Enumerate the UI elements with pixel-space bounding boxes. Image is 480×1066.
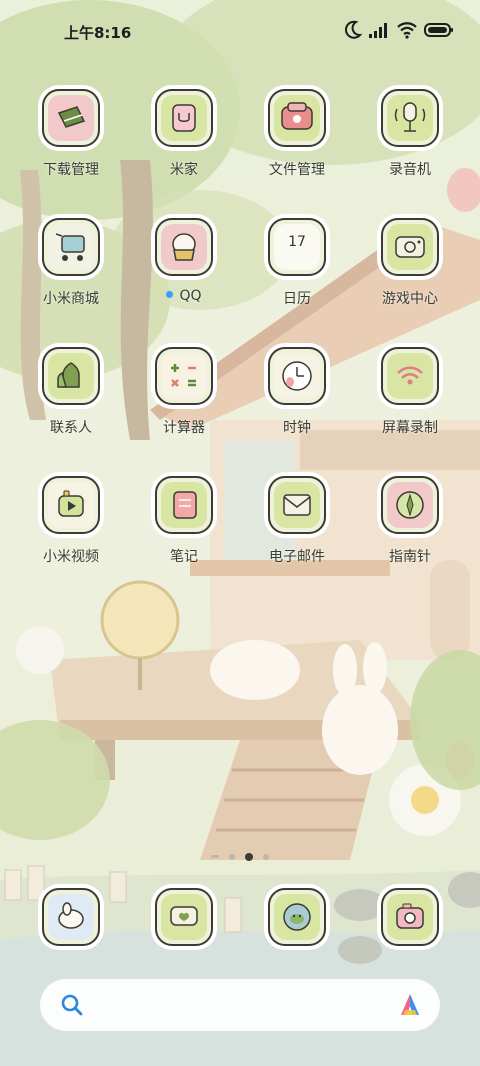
app-label: 米家 <box>170 162 198 178</box>
mijia-icon <box>155 89 213 147</box>
calculator-icon <box>155 347 213 405</box>
app-mijia[interactable]: 米家 <box>129 89 239 209</box>
dock-messages[interactable] <box>129 888 239 950</box>
app-label: QQ <box>129 288 239 304</box>
battery-icon <box>424 23 453 37</box>
app-label: 时钟 <box>283 420 311 436</box>
page-dot <box>263 854 269 860</box>
app-recorder[interactable]: 录音机 <box>355 89 465 209</box>
notes-icon <box>155 476 213 534</box>
app-screen-recorder[interactable]: 屏幕录制 <box>355 347 465 467</box>
camera-icon <box>381 888 439 946</box>
dock-camera[interactable] <box>355 888 465 950</box>
screen-record-icon <box>381 347 439 405</box>
app-calendar[interactable]: 17 日历 <box>242 218 352 338</box>
status-time: 上午8:16 <box>64 24 132 42</box>
clock-icon <box>268 347 326 405</box>
dock-phone[interactable] <box>16 888 126 950</box>
email-icon <box>268 476 326 534</box>
game-icon <box>381 218 439 276</box>
notification-dot <box>166 291 174 298</box>
compass-icon <box>381 476 439 534</box>
messages-icon <box>155 888 213 946</box>
app-label: 联系人 <box>50 420 92 436</box>
app-notes[interactable]: 笔记 <box>129 476 239 596</box>
app-label: 计算器 <box>163 420 205 436</box>
search-bar[interactable] <box>40 979 440 1031</box>
app-label: 屏幕录制 <box>382 420 438 436</box>
wifi-icon <box>397 22 417 39</box>
app-mi-store[interactable]: 小米商城 <box>16 218 126 338</box>
status-icons <box>344 20 454 42</box>
microphone-icon <box>381 89 439 147</box>
app-mi-video[interactable]: 小米视频 <box>16 476 126 596</box>
contacts-icon <box>42 347 100 405</box>
app-calculator[interactable]: 计算器 <box>129 347 239 467</box>
app-file-manager[interactable]: 文件管理 <box>242 89 352 209</box>
app-clock[interactable]: 时钟 <box>242 347 352 467</box>
search-icon[interactable] <box>60 993 84 1017</box>
app-qq[interactable]: QQ <box>129 218 239 338</box>
app-game-center[interactable]: 游戏中心 <box>355 218 465 338</box>
page-dot <box>229 854 235 860</box>
assistant-icon[interactable] <box>396 991 424 1019</box>
app-label: 录音机 <box>389 162 431 178</box>
page-dot <box>211 855 219 858</box>
status-bar: 上午8:16 <box>0 0 480 62</box>
browser-icon <box>268 888 326 946</box>
page-dot-active <box>245 853 253 861</box>
app-label: 小米视频 <box>43 549 99 565</box>
app-label: 日历 <box>283 291 311 307</box>
signal-icon <box>369 23 387 38</box>
qq-icon <box>155 218 213 276</box>
download-icon <box>42 89 100 147</box>
app-label: 小米商城 <box>43 291 99 307</box>
app-label: 笔记 <box>170 549 198 565</box>
calendar-icon: 17 <box>268 218 326 276</box>
moon-icon <box>345 20 362 39</box>
app-label: 指南针 <box>389 549 431 565</box>
dock-browser[interactable] <box>242 888 352 950</box>
app-contacts[interactable]: 联系人 <box>16 347 126 467</box>
video-icon <box>42 476 100 534</box>
calendar-date: 17 <box>288 234 306 250</box>
phone-icon <box>42 888 100 946</box>
page-indicator[interactable] <box>207 852 277 862</box>
folder-icon <box>268 89 326 147</box>
shopping-cart-icon <box>42 218 100 276</box>
app-download-manager[interactable]: 下载管理 <box>16 89 126 209</box>
app-email[interactable]: 电子邮件 <box>242 476 352 596</box>
app-compass[interactable]: 指南针 <box>355 476 465 596</box>
app-label: 游戏中心 <box>382 291 438 307</box>
app-label: 电子邮件 <box>269 549 325 565</box>
app-label: 下载管理 <box>43 162 99 178</box>
app-label: 文件管理 <box>269 162 325 178</box>
